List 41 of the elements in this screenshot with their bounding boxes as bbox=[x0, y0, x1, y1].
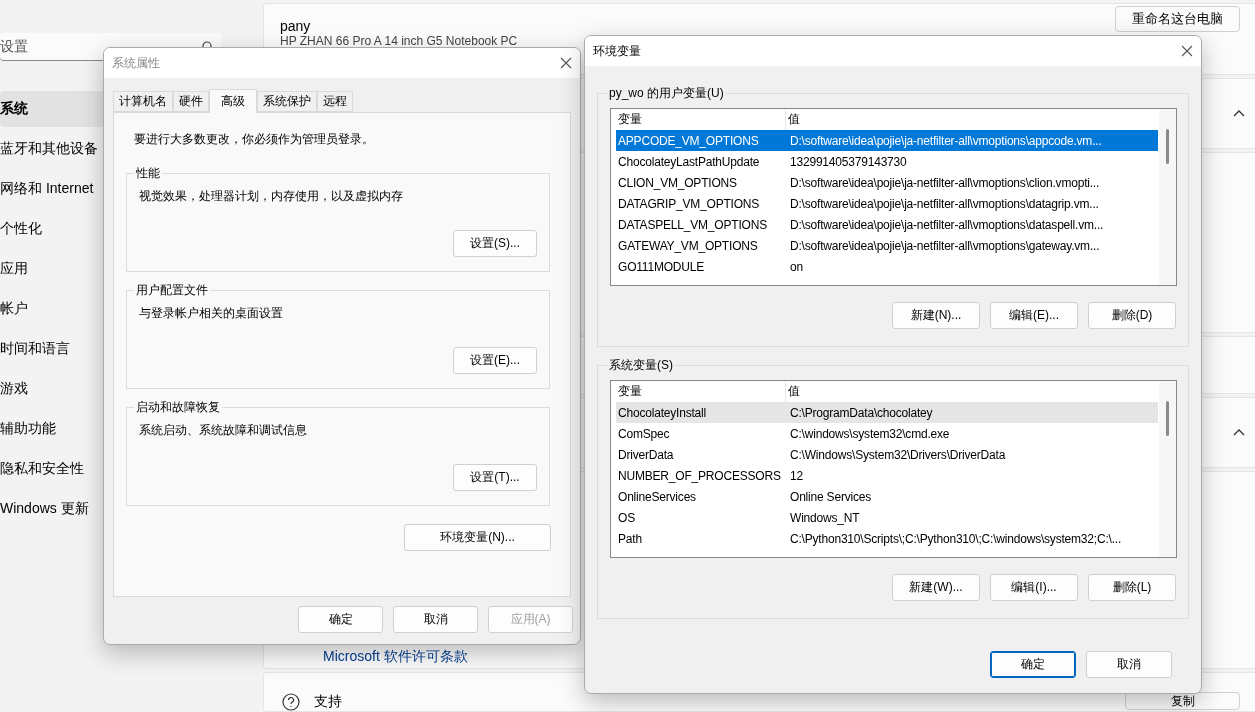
variable-value: C:\ProgramData\chocolatey bbox=[789, 405, 934, 420]
variable-value: on bbox=[789, 259, 804, 274]
variable-value: D:\software\idea\pojie\ja-netfilter-all\vmoptions\dataspell.vm... bbox=[789, 217, 1105, 232]
variable-name: Path bbox=[617, 531, 643, 546]
admin-notice: 要进行大多数更改，你必须作为管理员登录。 bbox=[134, 131, 375, 148]
variable-value: 12 bbox=[789, 468, 804, 483]
variable-value: D:\software\idea\pojie\ja-netfilter-all\vmoptions\datagrip.vm... bbox=[789, 196, 1100, 211]
variable-value: Online Services bbox=[789, 489, 873, 504]
variable-name: DATAGRIP_VM_OPTIONS bbox=[617, 196, 761, 211]
variable-name: OnlineServices bbox=[617, 489, 697, 504]
group-title: 系统变量(S) bbox=[608, 357, 674, 374]
variable-value: Windows_NT bbox=[789, 510, 861, 525]
group-description: 系统启动、系统故障和调试信息 bbox=[139, 422, 308, 439]
variable-name: APPCODE_VM_OPTIONS bbox=[617, 133, 760, 148]
window-title: 环境变量 bbox=[593, 42, 641, 60]
group-title: 用户配置文件 bbox=[135, 282, 209, 299]
variable-value: C:\windows\system32\cmd.exe bbox=[789, 426, 951, 441]
group-description: 视觉效果，处理器计划，内存使用，以及虚拟内存 bbox=[139, 188, 404, 205]
variable-name: GATEWAY_VM_OPTIONS bbox=[617, 238, 759, 253]
variable-name: OS bbox=[617, 510, 636, 525]
group-title: py_wo 的用户变量(U) bbox=[608, 85, 725, 102]
variable-value: D:\software\idea\pojie\ja-netfilter-all\vmoptions\clion.vmopti... bbox=[789, 175, 1101, 190]
variable-value: 132991405379143730 bbox=[789, 154, 908, 169]
support-label: 支持 bbox=[314, 693, 342, 711]
device-name: pany bbox=[280, 18, 312, 34]
variable-name: DATASPELL_VM_OPTIONS bbox=[617, 217, 768, 232]
device-model: HP ZHAN 66 Pro A 14 inch G5 Notebook PC bbox=[280, 34, 518, 48]
variable-name: DriverData bbox=[617, 447, 675, 462]
variable-name: ComSpec bbox=[617, 426, 671, 441]
variable-value: C:\Windows\System32\Drivers\DriverData bbox=[789, 447, 1007, 462]
variable-name: CLION_VM_OPTIONS bbox=[617, 175, 738, 190]
variable-value: D:\software\idea\pojie\ja-netfilter-all\vmoptions\appcode.vm... bbox=[789, 133, 1103, 148]
group-title: 性能 bbox=[135, 165, 161, 182]
group-title: 启动和故障恢复 bbox=[135, 399, 221, 416]
variable-name: ChocolateyInstall bbox=[617, 405, 707, 420]
variable-name: GO111MODULE bbox=[617, 259, 706, 274]
group-description: 与登录帐户相关的桌面设置 bbox=[139, 305, 284, 322]
variable-name: ChocolateyLastPathUpdate bbox=[617, 154, 761, 169]
variable-value: D:\software\idea\pojie\ja-netfilter-all\vmoptions\gateway.vm... bbox=[789, 238, 1101, 253]
variable-name: NUMBER_OF_PROCESSORS bbox=[617, 468, 782, 483]
variable-value: C:\Python310\Scripts\;C:\Python310\;C:\windows\system32;C:\... bbox=[789, 531, 1123, 546]
